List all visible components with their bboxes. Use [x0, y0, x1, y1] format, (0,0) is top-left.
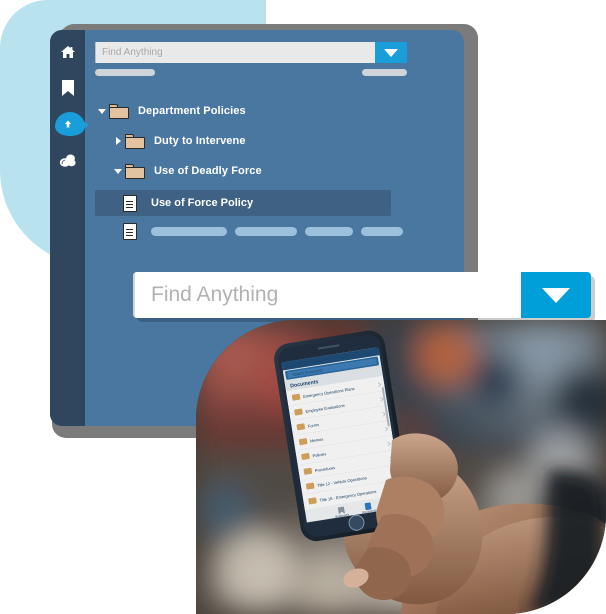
redacted-label-pills: [151, 226, 403, 236]
bookmark-icon: [61, 79, 75, 97]
placeholder-pill-right: [362, 69, 407, 76]
mini-search-bar: Find Anything: [95, 42, 407, 63]
search-input[interactable]: Find Anything: [95, 42, 375, 63]
document-icon: [123, 194, 137, 212]
sidebar-item-bookmarks[interactable]: [53, 76, 83, 100]
chevron-down-icon[interactable]: [111, 168, 125, 174]
photo-illustration: Verizon LTE 11:35 AM 100% Search Documen…: [196, 320, 606, 614]
folder-icon: [125, 163, 145, 179]
tree-node-redacted-document[interactable]: [95, 218, 454, 244]
hero-photo: Verizon LTE 11:35 AM 100% Search Documen…: [196, 320, 606, 614]
tree-node-duty-to-intervene[interactable]: Duty to Intervene: [95, 128, 454, 154]
tree-node-department-policies[interactable]: Department Policies: [95, 98, 454, 124]
tree-node-label: Duty to Intervene: [154, 135, 246, 147]
tree-node-use-of-deadly-force[interactable]: Use of Deadly Force: [95, 158, 454, 184]
cloud-stack-icon: [59, 153, 77, 168]
cloud-upload-icon: [58, 116, 78, 132]
big-search-input[interactable]: Find Anything: [133, 272, 521, 318]
placeholder-pill-left: [95, 69, 155, 76]
tree-node-label: Use of Force Policy: [151, 197, 254, 209]
folder-icon: [125, 133, 145, 149]
chevron-right-icon[interactable]: [111, 137, 125, 145]
chevron-down-icon: [542, 287, 570, 303]
tree-node-label: Department Policies: [138, 105, 246, 117]
big-search-bar: Find Anything: [133, 272, 591, 318]
tree-node-use-of-force-policy[interactable]: Use of Force Policy: [95, 190, 391, 216]
big-search-dropdown-button[interactable]: [521, 272, 591, 318]
chevron-down-icon: [384, 48, 398, 57]
home-icon: [60, 45, 76, 59]
chevron-down-icon[interactable]: [95, 108, 109, 114]
sidebar-item-upload[interactable]: [53, 112, 89, 136]
screenshot-stage: Find Anything Department Policies Duty t…: [0, 0, 606, 614]
sidebar-item-cloud-library[interactable]: [53, 148, 83, 172]
document-icon: [123, 222, 137, 240]
file-tree: Department Policies Duty to Intervene Us…: [95, 98, 454, 244]
sidebar-rail: [50, 30, 89, 426]
tree-node-label: Use of Deadly Force: [154, 165, 262, 177]
search-dropdown-button[interactable]: [375, 42, 407, 63]
toolbar-placeholder-row: [95, 69, 407, 76]
folder-icon: [109, 103, 129, 119]
sidebar-item-home[interactable]: [53, 40, 83, 64]
